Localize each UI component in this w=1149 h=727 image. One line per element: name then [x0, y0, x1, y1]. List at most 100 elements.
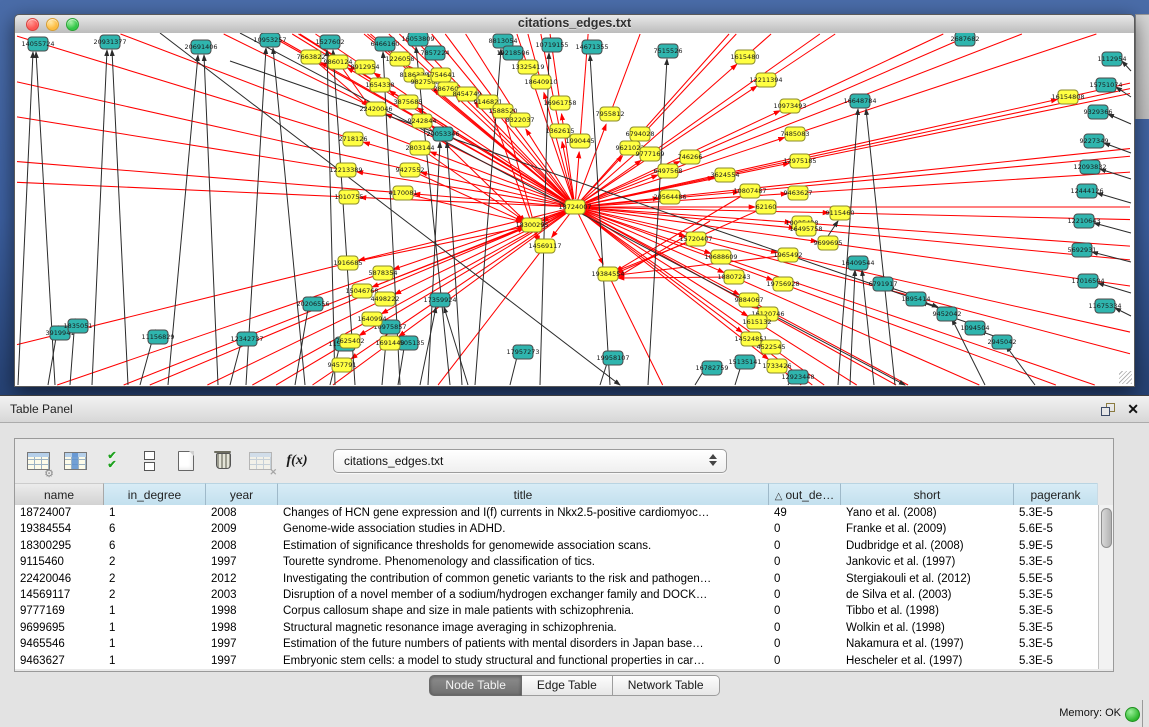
network-node[interactable]: 1094504 — [961, 321, 990, 335]
network-node[interactable]: 7955812 — [596, 107, 625, 121]
network-node[interactable]: 1112954 — [1098, 52, 1127, 66]
close-panel-icon[interactable]: ✕ — [1127, 400, 1139, 418]
network-node[interactable]: 14569117 — [528, 239, 561, 253]
network-node[interactable]: 13325419 — [511, 60, 544, 74]
network-node[interactable]: 7663822 — [297, 50, 326, 64]
network-node[interactable]: 19958107 — [596, 351, 629, 365]
network-node[interactable]: 20206556 — [296, 297, 329, 311]
column-header-short[interactable]: short — [841, 483, 1014, 505]
network-node[interactable]: 2687682 — [951, 33, 980, 46]
network-node[interactable]: 16154808 — [1051, 90, 1084, 104]
network-node[interactable]: 9860124 — [324, 55, 353, 69]
network-node[interactable]: 9777169 — [636, 147, 665, 161]
column-header-pagerank[interactable]: pagerank — [1014, 483, 1098, 505]
function-builder-icon[interactable]: f(x) — [282, 447, 312, 475]
network-node[interactable]: 9463627 — [784, 186, 813, 200]
network-node[interactable]: 12093832 — [1073, 160, 1106, 174]
network-node[interactable]: 1527602 — [316, 35, 345, 49]
network-node[interactable]: 10807487 — [733, 184, 766, 198]
network-node[interactable]: 5692931 — [1068, 243, 1097, 257]
network-node[interactable]: 12342737 — [230, 332, 263, 346]
network-node[interactable]: 3875685 — [394, 95, 423, 109]
tab-network-table[interactable]: Network Table — [613, 675, 720, 696]
network-node[interactable]: 3624554 — [711, 168, 740, 182]
network-node[interactable]: 1990445 — [566, 134, 595, 148]
delete-table-icon[interactable]: ✕ — [245, 447, 275, 475]
table-settings-icon[interactable]: ⚙ — [23, 447, 53, 475]
network-node[interactable]: 1754641 — [427, 68, 456, 82]
network-node[interactable]: 12213389 — [329, 163, 362, 177]
network-node[interactable]: 6791917 — [869, 277, 898, 291]
network-node[interactable]: 16782759 — [695, 361, 728, 375]
network-node[interactable]: 1916685 — [334, 256, 363, 270]
network-node[interactable]: 9227349 — [1080, 134, 1109, 148]
network-graph[interactable]: 1872400714055724209313772069140610953257… — [15, 33, 1132, 386]
table-row[interactable]: 1872400712008Changes of HCN gene express… — [15, 505, 1098, 521]
table-row[interactable]: 1938455462009Genome-wide association stu… — [15, 521, 1098, 537]
scrollbar-thumb[interactable] — [1101, 508, 1112, 548]
network-node[interactable]: 1010755 — [335, 190, 364, 204]
network-node[interactable]: 14671355 — [575, 40, 608, 54]
table-row[interactable]: 946554611997Estimation of the future num… — [15, 636, 1098, 652]
network-node[interactable]: 2803144 — [406, 141, 435, 155]
column-header-year[interactable]: year — [206, 483, 278, 505]
table-row[interactable]: 946362711997Embryonic stem cells: a mode… — [15, 653, 1098, 669]
window-titlebar[interactable]: citations_edges.txt — [15, 15, 1134, 34]
table-row[interactable]: 977716911998Corpus callosum shape and si… — [15, 603, 1098, 619]
network-node[interactable]: 18640910 — [524, 75, 557, 89]
network-node[interactable]: 4170081 — [389, 186, 418, 200]
network-node[interactable]: 9427552 — [396, 163, 425, 177]
network-canvas[interactable]: 1872400714055724209313772069140610953257… — [15, 33, 1134, 386]
table-row[interactable]: 911546021997Tourette syndrome. Phenomeno… — [15, 554, 1098, 570]
table-row[interactable]: 969969511998Structural magnetic resonanc… — [15, 620, 1098, 636]
network-node[interactable]: 1691440 — [376, 336, 405, 350]
table-row[interactable]: 1456911722003Disruption of a novel membe… — [15, 587, 1098, 603]
network-node[interactable]: 15135141 — [728, 355, 761, 369]
network-node[interactable]: 7485083 — [781, 127, 810, 141]
network-node[interactable]: 9115460 — [826, 206, 855, 220]
network-node[interactable]: 2945042 — [988, 335, 1017, 349]
network-node[interactable]: 1615480 — [731, 50, 760, 64]
network-node[interactable]: 12444126 — [1070, 184, 1103, 198]
network-node[interactable]: 17016504 — [1071, 274, 1104, 288]
network-node[interactable]: 9329366 — [1084, 105, 1113, 119]
network-node[interactable]: 16648784 — [843, 94, 876, 108]
network-node[interactable]: 17359924 — [423, 293, 456, 307]
network-node[interactable]: 4522545 — [757, 340, 786, 354]
resize-grip-icon[interactable] — [1119, 371, 1132, 384]
column-header-name[interactable]: name — [15, 483, 104, 505]
network-node[interactable]: 9699695 — [814, 236, 843, 250]
network-node[interactable]: 746266 — [678, 150, 703, 164]
network-node[interactable]: 12211394 — [749, 73, 782, 87]
row-height-icon[interactable] — [134, 447, 164, 475]
network-node[interactable]: 10719155 — [535, 38, 568, 52]
network-node[interactable]: 1895414 — [902, 292, 931, 306]
network-node[interactable]: 1733426 — [763, 359, 792, 373]
new-table-icon[interactable] — [171, 447, 201, 475]
table-row[interactable]: 1830029562008Estimation of significance … — [15, 538, 1098, 554]
network-node[interactable]: 9884067 — [735, 293, 764, 307]
network-node[interactable]: 1835051 — [64, 319, 93, 333]
network-node[interactable]: 15751074 — [1089, 78, 1122, 92]
network-node[interactable]: 6466160 — [371, 37, 400, 51]
network-node[interactable]: 5878354 — [369, 266, 398, 280]
network-node[interactable]: 1965492 — [774, 248, 803, 262]
tab-node-table[interactable]: Node Table — [429, 675, 522, 696]
network-node[interactable]: 11156829 — [141, 330, 174, 344]
column-header-title[interactable]: title — [278, 483, 769, 505]
float-panel-icon[interactable] — [1101, 403, 1115, 416]
network-node[interactable]: 4498222 — [371, 292, 400, 306]
network-node[interactable]: 2718126 — [339, 132, 368, 146]
tab-edge-table[interactable]: Edge Table — [522, 675, 613, 696]
network-node[interactable]: 7857224 — [421, 46, 450, 60]
network-node[interactable]: 6794028 — [626, 127, 655, 141]
network-node[interactable]: 9452042 — [933, 307, 962, 321]
network-node[interactable]: 11675334 — [1088, 299, 1121, 313]
network-node[interactable]: 17957273 — [506, 345, 539, 359]
network-node[interactable]: 20931377 — [93, 35, 126, 49]
network-node[interactable]: 1615132 — [743, 315, 772, 329]
network-node[interactable]: 9242844 — [408, 114, 437, 128]
show-column-icon[interactable] — [60, 447, 90, 475]
delete-rows-icon[interactable] — [208, 447, 238, 475]
network-node[interactable]: 19756928 — [766, 277, 799, 291]
